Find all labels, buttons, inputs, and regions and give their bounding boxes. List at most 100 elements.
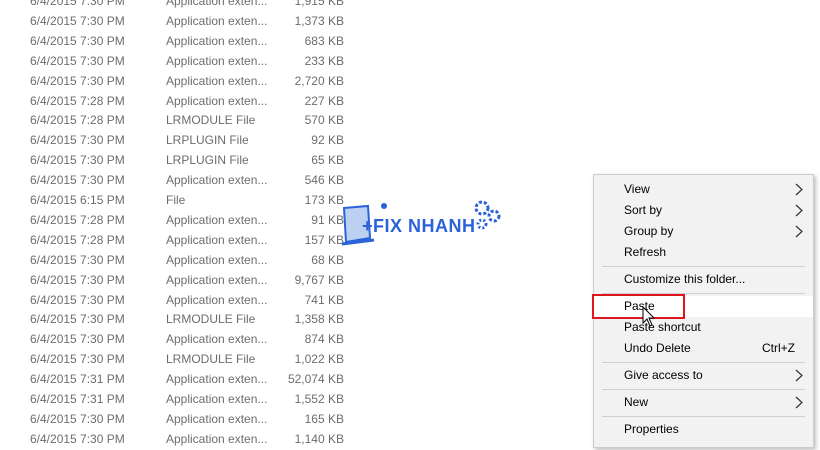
file-size: 92 KB: [311, 133, 344, 148]
chevron-right-icon: [795, 396, 803, 409]
file-date: 6/4/2015 7:30 PM: [30, 312, 125, 327]
chevron-right-icon: [795, 204, 803, 217]
menu-item-group-by[interactable]: Group by: [594, 221, 813, 242]
menu-item-label: Refresh: [624, 245, 667, 259]
file-row[interactable]: 6/4/2015 7:30 PM Application exten... 874 …: [0, 329, 560, 349]
menu-item-label: Sort by: [624, 203, 663, 217]
file-row[interactable]: 6/4/2015 7:30 PM Application exten... 2,72…: [0, 71, 560, 91]
file-type: Application exten...: [166, 73, 268, 88]
menu-item-undo-delete[interactable]: Undo Delete Ctrl+Z: [594, 338, 813, 359]
file-date: 6/4/2015 7:30 PM: [30, 13, 125, 28]
file-row[interactable]: 6/4/2015 7:30 PM LRPLUGIN File 92 KB: [0, 130, 560, 150]
file-date: 6/4/2015 7:30 PM: [30, 292, 125, 307]
file-row[interactable]: 6/4/2015 7:30 PM Application exten... 1,91…: [0, 0, 560, 11]
file-row[interactable]: 6/4/2015 7:31 PM Application exten... 52,0…: [0, 369, 560, 389]
watermark-text: +FIX NHANH: [362, 216, 476, 236]
file-size: 546 KB: [304, 173, 344, 188]
file-row[interactable]: 6/4/2015 7:31 PM Application exten... 1,55…: [0, 389, 560, 409]
file-size: 1,140 KB: [294, 431, 344, 446]
file-date: 6/4/2015 7:30 PM: [30, 133, 125, 148]
file-date: 6/4/2015 7:30 PM: [30, 411, 125, 426]
file-date: 6/4/2015 7:30 PM: [30, 431, 125, 446]
file-size: 1,358 KB: [294, 312, 344, 327]
file-size: 91 KB: [311, 212, 344, 227]
file-type: Application exten...: [166, 272, 268, 287]
menu-item-give-access-to[interactable]: Give access to: [594, 365, 813, 386]
file-row[interactable]: 6/4/2015 7:30 PM Application exten... 165 …: [0, 409, 560, 429]
file-row[interactable]: 6/4/2015 7:30 PM LRPLUGIN File 65 KB: [0, 150, 560, 170]
file-size: 1,915 KB: [294, 0, 344, 8]
file-type: Application exten...: [166, 0, 268, 8]
file-date: 6/4/2015 6:15 PM: [30, 193, 125, 207]
file-size: 9,767 KB: [294, 272, 344, 287]
file-type: LRPLUGIN File: [166, 133, 249, 148]
file-row[interactable]: 6/4/2015 7:30 PM Application exten... 1,14…: [0, 429, 560, 449]
menu-item-label: Undo Delete: [624, 341, 691, 355]
file-type: Application exten...: [166, 212, 268, 227]
file-size: 173 KB: [304, 193, 344, 207]
menu-item-new[interactable]: New: [594, 392, 813, 413]
file-size: 2,720 KB: [294, 73, 344, 88]
file-type: LRMODULE File: [166, 312, 256, 327]
menu-separator: [602, 362, 805, 363]
menu-item-refresh[interactable]: Refresh: [594, 242, 813, 263]
file-size: 52,074 KB: [287, 372, 344, 387]
chevron-right-icon: [795, 369, 803, 382]
menu-item-shortcut: Ctrl+Z: [762, 341, 795, 355]
menu-item-label: Paste shortcut: [624, 320, 701, 334]
menu-separator: [602, 266, 805, 267]
file-row[interactable]: 6/4/2015 7:30 PM Application exten... 683 …: [0, 31, 560, 51]
file-size: 233 KB: [304, 53, 344, 68]
file-type: Application exten...: [166, 13, 268, 28]
menu-item-properties[interactable]: Properties: [594, 419, 813, 440]
chevron-right-icon: [795, 225, 803, 238]
file-size: 683 KB: [304, 33, 344, 48]
file-date: 6/4/2015 7:28 PM: [30, 93, 125, 108]
menu-item-label: Customize this folder...: [624, 272, 746, 286]
file-size: 1,022 KB: [294, 352, 344, 367]
file-date: 6/4/2015 7:30 PM: [30, 73, 125, 88]
menu-item-label: Group by: [624, 224, 674, 238]
menu-item-label: New: [624, 395, 649, 409]
mouse-cursor-icon: [642, 306, 656, 327]
file-row[interactable]: 6/4/2015 7:30 PM LRMODULE File 1,358 KB: [0, 309, 560, 329]
menu-item-customize-this-folder[interactable]: Customize this folder...: [594, 269, 813, 290]
file-row[interactable]: 6/4/2015 7:28 PM LRMODULE File 570 KB: [0, 110, 560, 130]
file-date: 6/4/2015 7:30 PM: [30, 153, 125, 168]
file-date: 6/4/2015 7:28 PM: [30, 113, 125, 128]
menu-item-label: Properties: [624, 422, 679, 436]
file-date: 6/4/2015 7:31 PM: [30, 372, 125, 387]
file-row[interactable]: 6/4/2015 7:30 PM Application exten... 1,37…: [0, 11, 560, 31]
file-date: 6/4/2015 7:30 PM: [30, 332, 125, 347]
menu-item-paste-shortcut[interactable]: Paste shortcut: [594, 317, 813, 338]
file-type: Application exten...: [166, 53, 268, 68]
file-size: 874 KB: [304, 332, 344, 347]
file-row[interactable]: 6/4/2015 7:30 PM Application exten... 741 …: [0, 290, 560, 310]
file-row[interactable]: 6/4/2015 7:30 PM Application exten... 546 …: [0, 170, 560, 190]
file-date: 6/4/2015 7:30 PM: [30, 272, 125, 287]
file-size: 157 KB: [304, 232, 344, 247]
file-date: 6/4/2015 7:31 PM: [30, 392, 125, 406]
file-size: 227 KB: [304, 93, 344, 108]
menu-item-sort-by[interactable]: Sort by: [594, 200, 813, 221]
file-date: 6/4/2015 7:30 PM: [30, 0, 125, 8]
file-row[interactable]: 6/4/2015 7:30 PM Application exten... 233 …: [0, 51, 560, 71]
file-size: 1,373 KB: [294, 13, 344, 28]
file-date: 6/4/2015 7:30 PM: [30, 53, 125, 68]
file-type: Application exten...: [166, 392, 268, 406]
file-row[interactable]: 6/4/2015 7:30 PM Application exten... 9,76…: [0, 270, 560, 290]
watermark-logo: +FIX NHANH: [338, 198, 508, 254]
menu-separator: [602, 416, 805, 417]
file-size: 741 KB: [304, 292, 344, 307]
paste-highlight-box: [592, 294, 685, 319]
file-type: Application exten...: [166, 232, 268, 247]
chevron-right-icon: [795, 183, 803, 196]
menu-item-view[interactable]: View: [594, 179, 813, 200]
file-type: Application exten...: [166, 252, 268, 267]
file-row[interactable]: 6/4/2015 7:30 PM LRMODULE File 1,022 KB: [0, 349, 560, 369]
file-date: 6/4/2015 7:30 PM: [30, 252, 125, 267]
file-type: Application exten...: [166, 332, 268, 347]
file-row[interactable]: 6/4/2015 7:28 PM Application exten... 227 …: [0, 91, 560, 111]
file-date: 6/4/2015 7:30 PM: [30, 33, 125, 48]
file-date: 6/4/2015 7:30 PM: [30, 352, 125, 367]
